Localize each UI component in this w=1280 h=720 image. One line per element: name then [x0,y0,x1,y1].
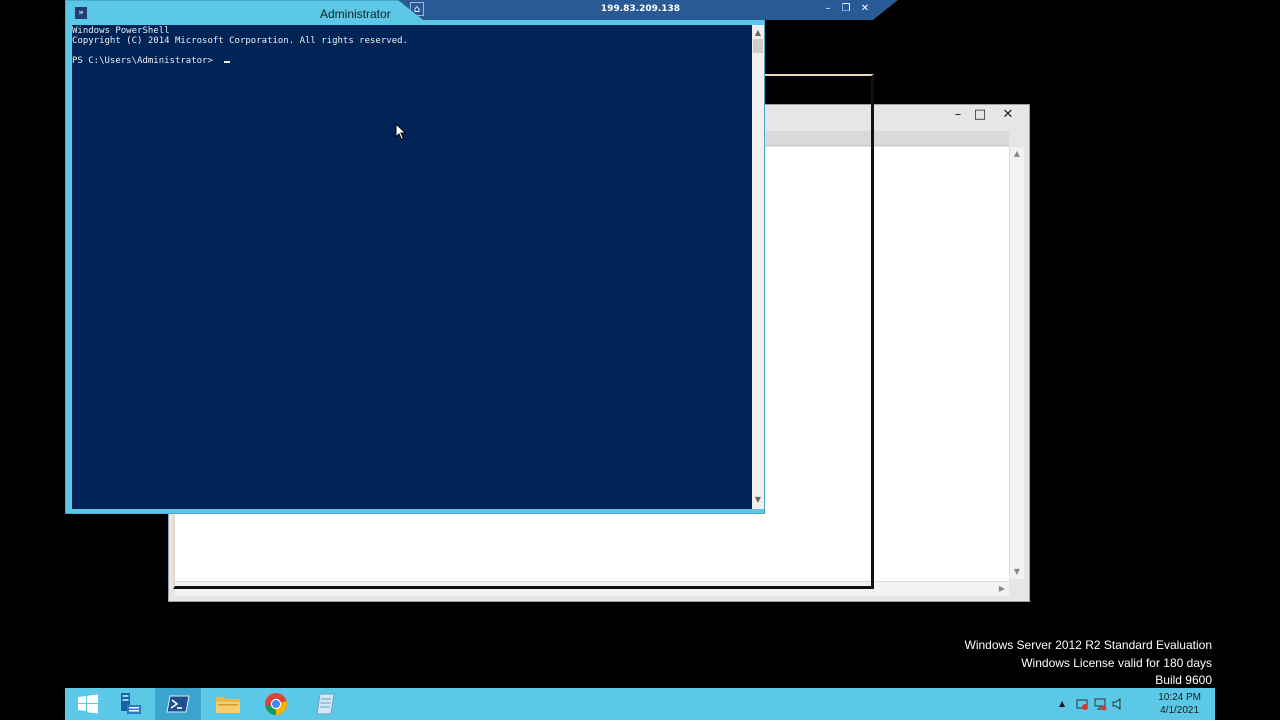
folder-icon [216,697,240,713]
vertical-scrollbar[interactable]: ▲ ▼ [1009,147,1024,579]
taskbar-file-explorer[interactable] [205,688,251,720]
rdp-close-button[interactable]: ✕ [857,2,873,16]
taskbar: ▲ 10:24 PM 4/1/2021 [65,688,1215,720]
network-icon[interactable] [1093,697,1107,711]
server-manager-icon [121,693,141,714]
console-scrollbar[interactable]: ▲ ▼ [752,25,764,509]
powershell-window[interactable]: » Administrator Windows PowerShell Copyr… [65,0,765,514]
watermark-build: Build 9600 [1155,673,1212,687]
console-output[interactable]: Windows PowerShell Copyright (C) 2014 Mi… [72,25,752,509]
watermark-edition: Windows Server 2012 R2 Standard Evaluati… [964,638,1212,652]
chrome-icon [265,693,287,715]
rdp-minimize-button[interactable]: – [820,2,836,16]
window-title: Administrator [320,7,391,21]
show-hidden-icons-icon[interactable]: ▲ [1059,699,1065,708]
remote-address: 199.83.209.138 [600,4,681,14]
windows-evaluation-watermark: Windows Server 2012 R2 Standard Evaluati… [965,637,1212,690]
speaker-icon[interactable] [1111,697,1125,711]
action-center-icon[interactable] [1075,697,1089,711]
clock-time: 10:24 PM [1158,692,1201,703]
scroll-right-arrow-icon[interactable]: ▶ [995,584,1009,594]
console-line: Windows PowerShell [72,26,170,36]
powershell-icon [166,695,190,713]
mouse-pointer-icon [395,123,407,141]
minimize-button[interactable]: – [947,106,969,124]
notepad-icon [316,693,335,715]
scroll-down-arrow-icon[interactable]: ▼ [751,495,765,505]
console-prompt: PS C:\Users\Administrator> [72,56,219,66]
watermark-license: Windows License valid for 180 days [1021,655,1212,670]
maximize-button[interactable]: □ [969,106,991,124]
scroll-up-arrow-icon[interactable]: ▲ [1010,149,1024,159]
scroll-up-arrow-icon[interactable]: ▲ [751,28,765,38]
console-line: Copyright (C) 2014 Microsoft Corporation… [72,36,408,46]
taskbar-server-manager[interactable] [107,688,153,720]
taskbar-clock[interactable]: 10:24 PM 4/1/2021 [1158,691,1201,717]
clock-date: 4/1/2021 [1160,705,1200,716]
windows-logo-icon [78,694,98,714]
taskbar-powershell[interactable] [155,688,201,720]
scroll-down-arrow-icon[interactable]: ▼ [1010,567,1024,577]
remote-desktop-connection-bar[interactable]: ⌂ 199.83.209.138 – ❐ ✕ [398,0,898,20]
taskbar-chrome[interactable] [253,688,299,720]
powershell-icon: » [75,7,87,19]
start-button[interactable] [65,688,111,720]
text-caret [224,61,230,63]
scrollbar-thumb[interactable] [753,39,763,53]
rdp-restore-button[interactable]: ❐ [838,2,854,16]
taskbar-notepad[interactable] [303,688,349,720]
system-tray: ▲ 10:24 PM 4/1/2021 [1059,688,1209,720]
close-button[interactable]: ✕ [997,106,1019,124]
